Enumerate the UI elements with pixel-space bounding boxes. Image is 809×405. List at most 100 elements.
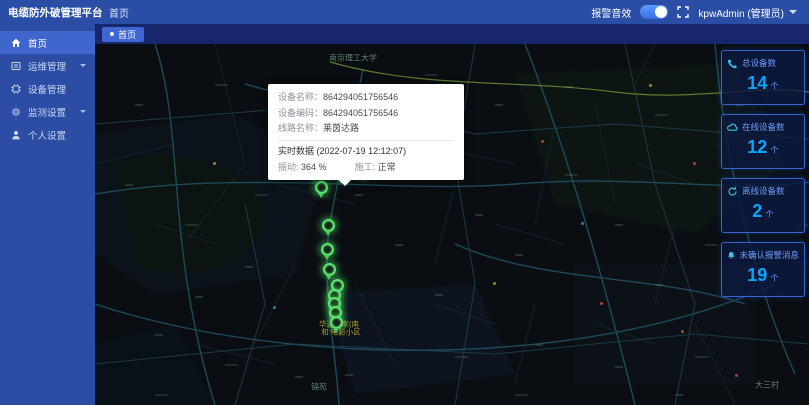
map-noise xyxy=(345,374,353,376)
user-menu[interactable]: kpwAdmin (管理员) xyxy=(698,5,797,20)
sidebar-item-label: 设备管理 xyxy=(28,84,67,96)
sidebar-item-label: 首页 xyxy=(28,38,48,50)
map-noise xyxy=(155,334,163,336)
sidebar-item-devices[interactable]: 设备管理 xyxy=(0,77,95,100)
chevron-down-icon xyxy=(80,64,86,67)
map-noise xyxy=(695,356,708,358)
map-noise xyxy=(541,140,544,143)
stat-card-unit: 个 xyxy=(770,273,779,283)
field-value: 莱茵达路 xyxy=(323,123,360,133)
user-name: kpwAdmin (管理员) xyxy=(698,8,784,20)
map-noise xyxy=(295,376,303,378)
map-noise xyxy=(455,356,468,358)
map-noise xyxy=(693,162,696,165)
map-marker-green[interactable] xyxy=(314,181,328,198)
map-noise xyxy=(565,174,578,176)
field-value: 864294051756546 xyxy=(323,92,399,102)
map-noise xyxy=(195,296,203,298)
stat-card-total-devices[interactable]: 总设备数 14 个 xyxy=(721,50,805,105)
header-actions: 报警音效 kpwAdmin (管理员) xyxy=(591,5,809,20)
sidebar-item-ops[interactable]: 运维管理 xyxy=(0,54,95,77)
map-noise xyxy=(655,284,663,286)
realtime-timestamp: (2022-07-19 12:12:07) xyxy=(316,145,407,156)
phone-device-icon xyxy=(727,58,737,68)
fullscreen-icon[interactable] xyxy=(677,6,690,18)
stat-card-unit: 个 xyxy=(765,209,774,219)
device-icon xyxy=(11,84,21,93)
field-value: 864294051756546 xyxy=(323,107,399,118)
refresh-icon xyxy=(728,186,737,196)
sidebar-item-home[interactable]: 首页 xyxy=(0,31,95,54)
map-noise xyxy=(255,194,268,196)
app-header: 电缆防外破管理平台 首页 报警音效 kpwAdmin (管理员) xyxy=(0,0,809,24)
ops-icon xyxy=(11,61,21,70)
map-noise xyxy=(395,244,403,246)
tab-label: 首页 xyxy=(118,29,137,40)
sidebar-item-label: 运维管理 xyxy=(28,61,67,73)
map-noise xyxy=(515,254,523,256)
map-infowindow: 设备名称：864294051756546 设备编码：86429405175654… xyxy=(268,84,464,186)
map-noise xyxy=(581,222,584,225)
divider xyxy=(278,139,454,141)
map-noise xyxy=(615,224,623,226)
bell-icon xyxy=(728,251,735,259)
stat-card-offline-devices[interactable]: 离线设备数 2个 xyxy=(721,178,805,233)
field-label: 设备名称： xyxy=(278,92,324,102)
stat-card-online-devices[interactable]: 在线设备数 12 个 xyxy=(721,114,805,169)
map-noise xyxy=(125,184,133,186)
home-icon xyxy=(11,38,21,47)
map-noise xyxy=(135,104,143,106)
field-label: 线路名称： xyxy=(278,123,324,133)
map-canvas[interactable]: 南京理工大学华运发家(南和:电影小区锦苑大三村 设备名称：86429405175… xyxy=(95,44,809,405)
map-noise xyxy=(435,294,443,296)
map-noise xyxy=(565,86,573,88)
infowindow-row: 设备名称：864294051756546 xyxy=(278,90,454,106)
map-label: 锦苑 xyxy=(311,382,327,392)
stat-card-title: 在线设备数 xyxy=(742,122,785,132)
map-noise xyxy=(213,162,216,165)
stat-card-value: 19 xyxy=(747,265,768,285)
app-title: 电缆防外破管理平台 xyxy=(8,6,103,19)
map-noise xyxy=(655,114,668,116)
map-label: 大三村 xyxy=(755,380,779,390)
stat-card-unit: 个 xyxy=(770,145,779,155)
map-noise xyxy=(681,330,684,333)
map-marker-green[interactable] xyxy=(320,243,334,260)
map-noise xyxy=(535,344,543,346)
alarm-sound-toggle[interactable] xyxy=(640,5,669,19)
map-noise xyxy=(355,194,363,196)
toggle-knob xyxy=(655,6,668,18)
tab-home[interactable]: 首页 xyxy=(102,26,145,42)
map-marker-green[interactable] xyxy=(322,263,336,280)
metrics-row: 振动: 364 % 施工: 正常 xyxy=(278,160,454,173)
map-noise xyxy=(515,394,528,396)
sidebar: 首页 运维管理 设备管理 监测设置 个人设置 xyxy=(0,24,95,405)
sidebar-item-label: 监测设置 xyxy=(28,107,67,119)
metric-vibration: 振动: 364 % xyxy=(278,161,327,172)
map-marker-green[interactable] xyxy=(321,219,335,236)
map-marker-green[interactable] xyxy=(329,316,343,333)
stat-card-unit: 个 xyxy=(770,81,779,91)
map-noise xyxy=(735,374,738,377)
infowindow-row: 线路名称：莱茵达路 xyxy=(278,121,454,137)
map-noise xyxy=(649,84,652,87)
map-noise xyxy=(600,302,603,305)
stat-card-value: 12 xyxy=(747,137,768,157)
sidebar-item-profile[interactable]: 个人设置 xyxy=(0,123,95,146)
stat-card-panel: 总设备数 14 个 在线设备数 12 个 离线设备数 2个 未确认报警消息 19… xyxy=(721,50,805,297)
tab-bar: 首页 xyxy=(95,24,809,44)
field-label: 设备编码： xyxy=(278,107,324,118)
realtime-data-line: 实时数据 (2022-07-19 12:12:07) xyxy=(278,144,454,158)
map-noise xyxy=(495,104,503,106)
chevron-down-icon xyxy=(80,110,86,113)
map-noise xyxy=(475,214,483,216)
sidebar-item-monitor-settings[interactable]: 监测设置 xyxy=(0,100,95,123)
metric-construction: 施工: 正常 xyxy=(354,161,396,172)
realtime-label: 实时数据 xyxy=(278,145,315,156)
map-noise xyxy=(185,224,198,226)
stat-card-unconfirmed-alarms[interactable]: 未确认报警消息 19 个 xyxy=(721,242,805,297)
map-noise xyxy=(675,394,683,396)
map-noise xyxy=(425,74,438,76)
gear-icon xyxy=(11,107,21,116)
stat-card-title: 离线设备数 xyxy=(742,186,785,196)
